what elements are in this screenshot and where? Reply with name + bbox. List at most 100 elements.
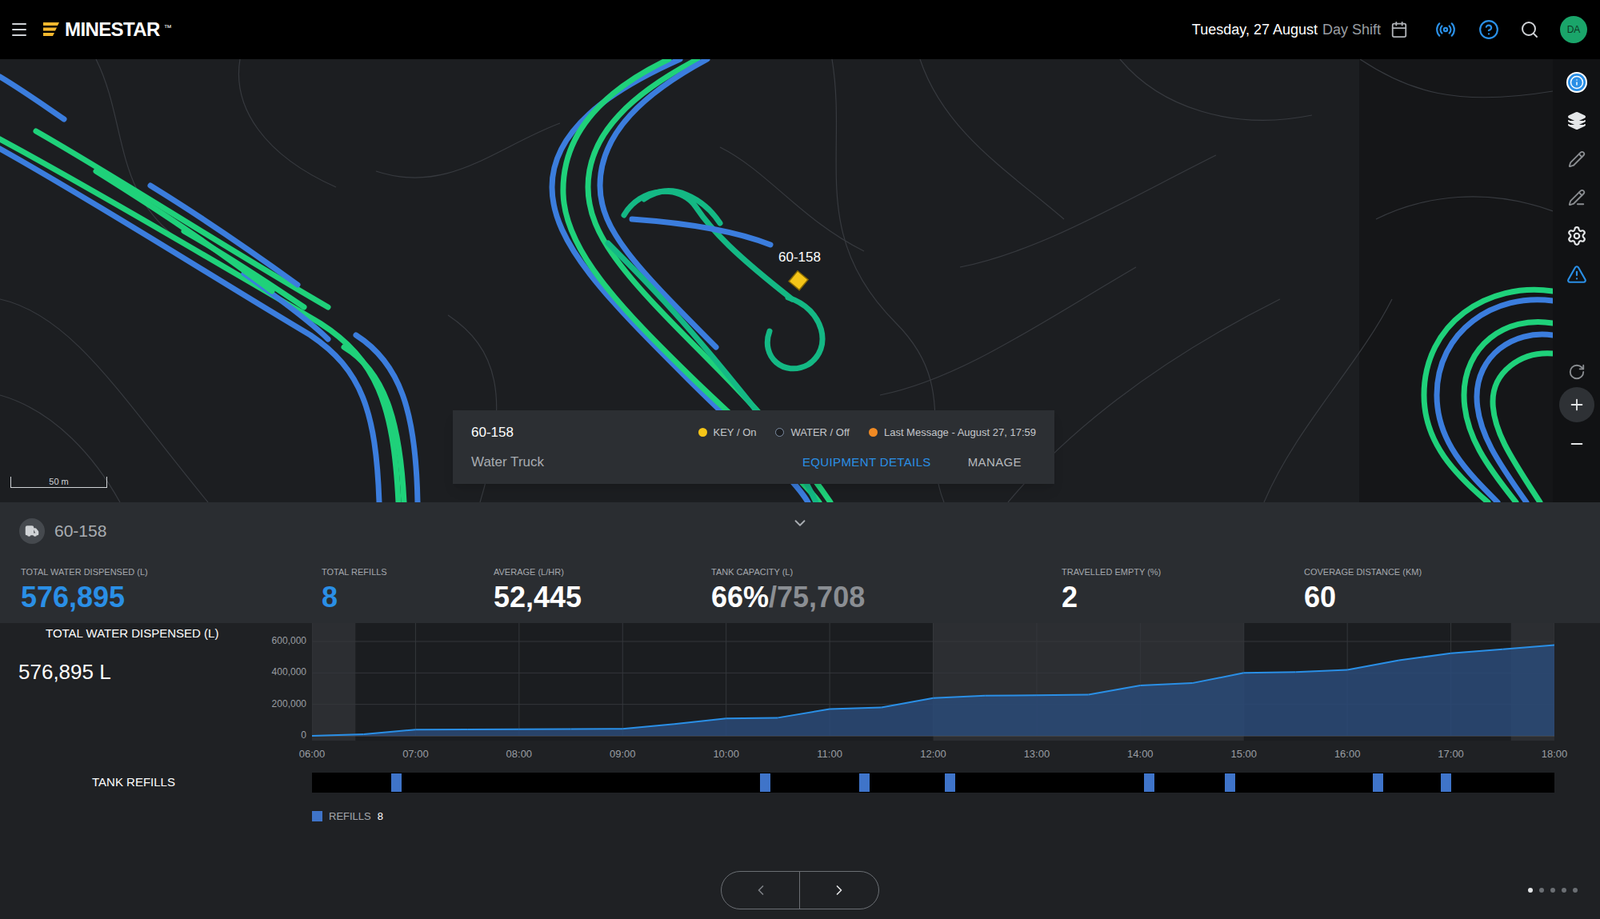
contour-line [960,155,1216,268]
equipment-panel: 60-158TOTAL WATER DISPENSED (L)576,895TO… [0,502,1600,919]
y-tick-label: 600,000 [272,636,307,646]
app: MINESTAR™Tuesday, 27 AugustDay ShiftDA60… [0,0,1600,919]
stat-suffix: /75,708 [768,583,865,612]
stat: TANK CAPACITY (L)66%/75,708 [711,560,1062,624]
refill-marker[interactable] [1440,773,1452,792]
chart-area [312,645,1555,736]
chart-line-segment [1502,645,1555,650]
pencil-icon[interactable] [1568,150,1586,168]
stat: TOTAL REFILLS 8 [321,560,494,624]
stat-value: 66% [711,583,769,612]
logo-trademark: ™ [164,21,172,34]
refill-marker[interactable] [1372,773,1384,792]
chart-line-segment [674,718,727,724]
x-tick-label: 10:00 [712,748,740,760]
zoom-in-button[interactable] [1559,387,1595,423]
chart-gridline [312,623,313,736]
search-icon[interactable] [1520,20,1540,40]
shift-date[interactable]: Tuesday, 27 AugustDay Shift [1192,19,1408,41]
refill-marker[interactable] [391,773,402,792]
chart-legend-column: TOTAL WATER DISPENSED (L)576,895 L600,00… [0,623,312,741]
warning-icon[interactable] [1566,264,1588,285]
refill-marker[interactable] [944,773,956,792]
next-button[interactable] [800,872,879,909]
popup-equipment-type: Water Truck [471,452,544,473]
top-bar: MINESTAR ™ Tuesday, 27 AugustDay Shift DA [0,0,1600,60]
toolbar-item[interactable] [1568,187,1586,208]
toolbar-item[interactable] [1566,225,1588,247]
hamburger-menu-icon[interactable] [9,20,29,40]
toolbar-item[interactable] [1566,72,1588,93]
chevron-right-icon [831,882,848,899]
status-label: WATER / Off [790,424,849,441]
legend-label: REFILLS [328,808,372,825]
popup-action-button[interactable]: MANAGE [968,453,1022,472]
layers-icon[interactable] [1567,111,1587,131]
info-icon [1569,75,1584,90]
chart-line-segment [1192,672,1244,684]
stat-value: 2 [1061,583,1078,612]
time-axis: 06:0007:0008:0009:0010:0011:0012:0013:00… [0,740,1600,772]
x-tick-label: 17:00 [1437,748,1464,760]
contour-line [0,395,120,503]
info-tool[interactable] [1566,72,1588,93]
map-equipment-label: 60-158 [778,250,821,264]
refills-label: TANK REFILLS [92,773,176,792]
coverage-left [0,76,418,503]
y-tick-label: 400,000 [272,667,307,677]
map-shade [1359,59,1553,503]
minus-icon[interactable] [1568,435,1586,453]
help-icon[interactable] [1478,19,1500,40]
stat-label: TRAVELLED EMPTY (%) [1061,568,1304,577]
page-dot[interactable] [1539,888,1544,893]
rotate-icon[interactable] [1568,363,1586,381]
gear-icon[interactable] [1566,225,1588,247]
user-avatar[interactable]: DA [1560,16,1588,44]
signal-icon[interactable] [1435,19,1456,40]
water-dispensed-chart[interactable] [312,623,1555,741]
map[interactable]: 60-15850 m60-158KEY / OnWATER / OffLast … [0,59,1553,503]
chart-line-segment [1399,653,1452,661]
toolbar-item[interactable] [1559,387,1595,423]
toolbar-item[interactable] [1567,110,1587,132]
stat-label: TOTAL REFILLS [321,568,494,577]
stat-value: 8 [321,583,338,612]
truck-marker-icon[interactable] [788,271,808,291]
toolbar-item[interactable] [1568,361,1586,383]
draw-icon[interactable] [1568,188,1586,207]
toolbar-item[interactable] [1568,433,1586,455]
stat: COVERAGE DISTANCE (KM)60 [1304,560,1600,624]
chart-line-segment [1036,693,1089,696]
logo[interactable]: MINESTAR ™ [41,20,172,40]
chart-total: 576,895 L [18,656,112,688]
chart-line-segment [829,708,882,710]
refill-marker[interactable] [1144,773,1155,792]
collapse-toggle[interactable] [788,512,812,535]
refill-marker[interactable] [1224,773,1236,792]
refills-legend: REFILLS8 [312,808,1600,825]
chart-line-segment [1244,671,1296,674]
x-tick-label: 06:00 [299,748,326,760]
refills-strip [312,772,1555,793]
refill-marker[interactable] [859,773,870,792]
x-tick-label: 12:00 [920,748,947,760]
page-dot[interactable] [1572,888,1578,893]
contour-line [1264,299,1392,503]
page-dot[interactable] [1561,888,1567,893]
refill-marker[interactable] [760,773,771,792]
x-tick-label: 08:00 [506,748,533,760]
calendar-icon[interactable] [1390,20,1408,39]
popup-action-button[interactable]: EQUIPMENT DETAILS [802,453,932,472]
logo-text: MINESTAR [64,20,160,40]
previous-button[interactable] [721,872,800,909]
toolbar-item[interactable] [1568,148,1586,170]
page-dot[interactable] [1550,888,1556,893]
legend-swatch [312,811,323,822]
map-area: 60-15850 m60-158KEY / OnWATER / OffLast … [0,59,1600,503]
chart-gridline [622,623,624,736]
chart-line-segment [1088,685,1141,695]
logo-mark-icon [41,20,61,39]
chart-line-segment [1295,669,1348,672]
toolbar-item[interactable] [1566,264,1588,285]
page-dot[interactable] [1528,888,1533,893]
